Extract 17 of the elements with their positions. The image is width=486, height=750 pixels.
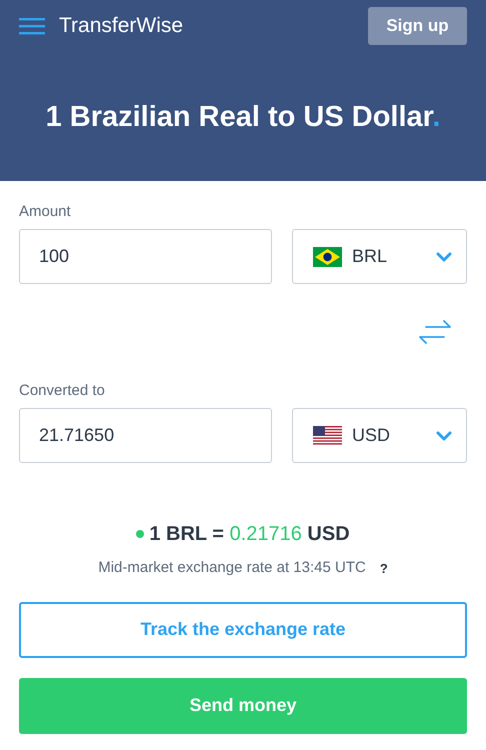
help-icon[interactable]: ?: [380, 558, 388, 578]
brand-logo[interactable]: TransferWise: [59, 10, 184, 42]
amount-field[interactable]: 21.71650: [19, 408, 272, 463]
rate-text: 1 BRL = 0.21716 USD: [149, 522, 350, 547]
chevron-down-icon: [436, 430, 452, 440]
flag-icon: [313, 246, 342, 266]
amount-field[interactable]: 100: [19, 229, 272, 284]
rate-note: Mid-market exchange rate at 13:45 UTC: [98, 558, 366, 578]
flag-icon: [313, 426, 342, 446]
page-title: 1 Brazilian Real to US Dollar.: [46, 100, 440, 136]
field-label: Converted to: [19, 382, 106, 400]
swap-icon[interactable]: [418, 319, 452, 345]
chevron-down-icon: [436, 252, 452, 262]
menu-icon[interactable]: [19, 17, 45, 35]
currency-select[interactable]: USD: [292, 408, 467, 463]
currency-select[interactable]: BRL: [292, 229, 467, 284]
field-label: Amount: [19, 203, 72, 221]
